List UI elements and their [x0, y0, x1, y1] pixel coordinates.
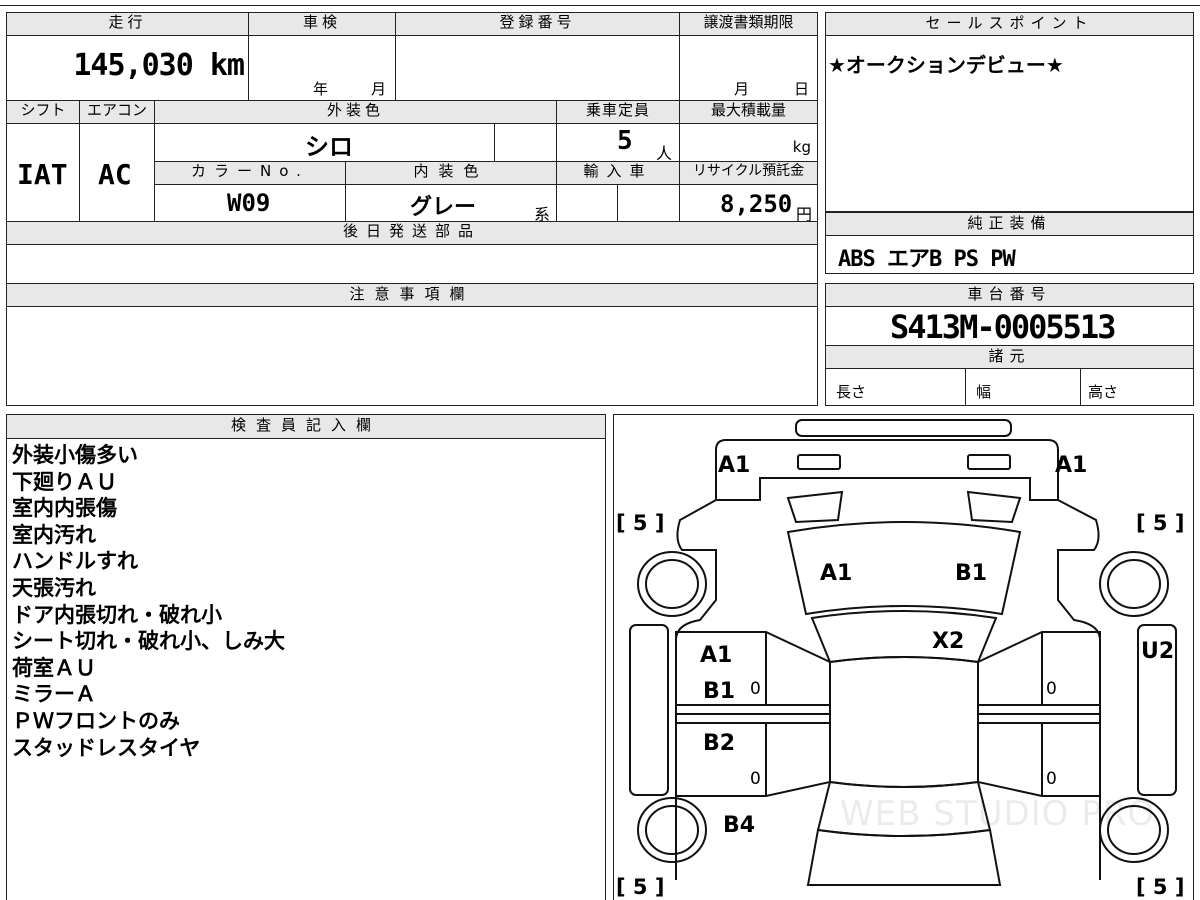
label-roof: X2	[932, 629, 964, 654]
tire-label-fr: [ 5 ]	[1136, 511, 1184, 535]
headlight-right	[967, 454, 1011, 470]
front-grille-right	[966, 490, 1022, 524]
tire-label-rr: [ 5 ]	[1136, 875, 1184, 899]
count-door-rr: 0	[1046, 769, 1057, 789]
label-door-rl: B2	[703, 731, 735, 756]
count-door-fl: 0	[750, 679, 761, 699]
watermark: WEB STUDIO PRO	[840, 794, 1155, 834]
label-door-fl-2: B1	[703, 679, 735, 704]
windshield	[810, 610, 998, 664]
front-bumper	[795, 419, 1012, 437]
car-diagram: WEB STUDIO PRO A1 A1 A1 B1 X2 U2 A1 B1 B…	[616, 419, 1184, 899]
label-hood-right: B1	[955, 561, 987, 586]
count-door-fr: 0	[1046, 679, 1057, 699]
door-rear-right	[977, 722, 1101, 797]
label-front-left: A1	[718, 453, 750, 478]
tire-front-left	[637, 551, 707, 617]
count-door-rl: 0	[750, 769, 761, 789]
tire-front-right	[1099, 551, 1169, 617]
tire-rear-left	[637, 797, 707, 863]
tire-front-left-inner	[645, 559, 699, 609]
front-grille-left	[786, 490, 844, 524]
label-rear-left: B4	[723, 813, 755, 838]
label-door-fl-1: A1	[700, 643, 732, 668]
trunk	[806, 828, 1002, 886]
headlight-left	[797, 454, 841, 470]
tire-label-rl: [ 5 ]	[616, 875, 664, 899]
tire-front-right-inner	[1107, 559, 1161, 609]
roof	[829, 656, 979, 788]
label-right-side: U2	[1141, 639, 1174, 664]
label-front-right: A1	[1055, 453, 1087, 478]
label-hood-left: A1	[820, 561, 852, 586]
door-front-right	[977, 631, 1101, 706]
tire-rear-left-inner	[645, 805, 699, 855]
left-side-strip	[629, 624, 669, 796]
tire-label-fl: [ 5 ]	[616, 511, 664, 535]
